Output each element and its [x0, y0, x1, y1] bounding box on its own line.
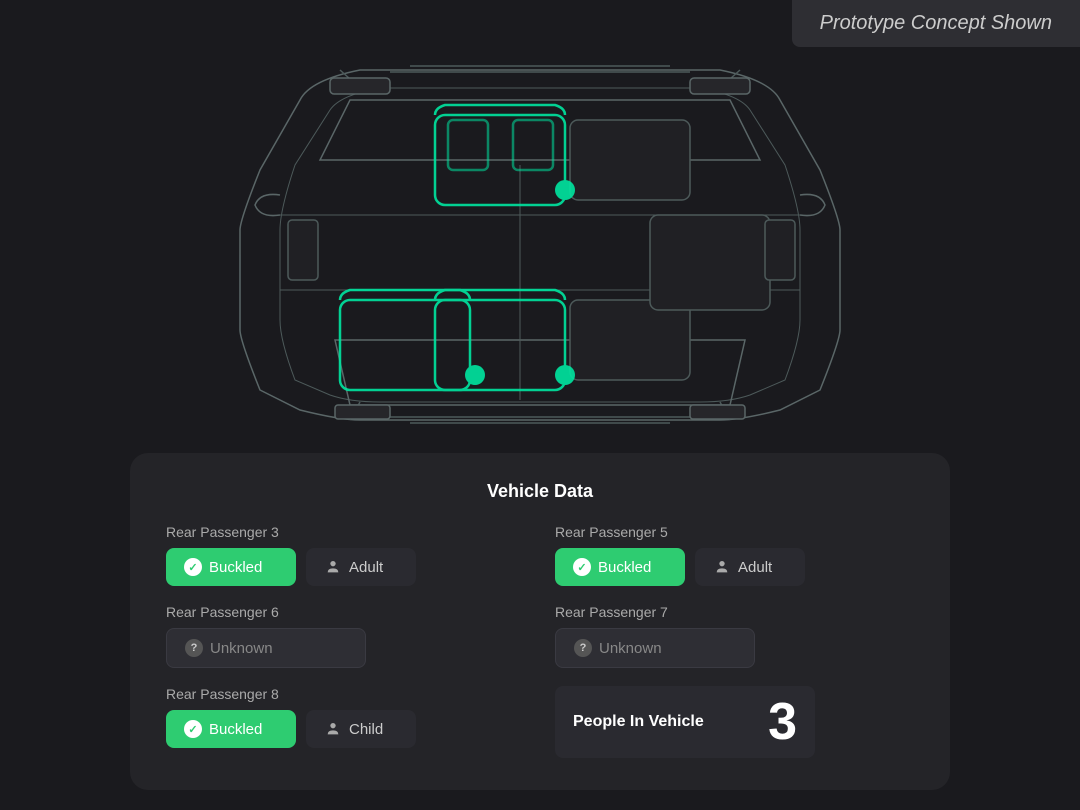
vehicle-data-panel: Vehicle Data Rear Passenger 3 Buckled Ad… — [130, 453, 950, 790]
passenger-6-label: Rear Passenger 6 — [166, 604, 525, 620]
svg-text:‹: ‹ — [563, 183, 567, 198]
passenger-7-block: Rear Passenger 7 ? Unknown — [555, 604, 914, 668]
passenger-8-block: Rear Passenger 8 Buckled Child — [166, 686, 525, 758]
passenger-7-label: Rear Passenger 7 — [555, 604, 914, 620]
passenger-3-type-badge: Adult — [306, 548, 416, 586]
people-count-label: People In Vehicle — [573, 713, 704, 731]
passenger-3-badges: Buckled Adult — [166, 548, 525, 586]
passenger-3-label: Rear Passenger 3 — [166, 524, 525, 540]
passenger-3-block: Rear Passenger 3 Buckled Adult — [166, 524, 525, 586]
passenger-7-unknown-badge: ? Unknown — [555, 628, 755, 668]
svg-text:‹: ‹ — [473, 368, 477, 383]
passenger-6-unknown-badge: ? Unknown — [166, 628, 366, 668]
passenger-6-badges: ? Unknown — [166, 628, 525, 668]
person-icon — [324, 558, 342, 576]
people-count-container: People In Vehicle 3 — [555, 686, 815, 758]
passenger-8-label: Rear Passenger 8 — [166, 686, 525, 702]
person-icon-5 — [713, 558, 731, 576]
question-icon-7: ? — [574, 639, 592, 657]
passenger-5-block: Rear Passenger 5 Buckled Adult — [555, 524, 914, 586]
check-icon-5 — [573, 558, 591, 576]
people-in-vehicle-block: People In Vehicle 3 — [555, 686, 914, 758]
svg-text:‹: ‹ — [563, 368, 567, 383]
passenger-5-buckled-badge: Buckled — [555, 548, 685, 586]
passenger-7-badges: ? Unknown — [555, 628, 914, 668]
car-diagram-area: ‹ ‹ ‹ — [0, 0, 1080, 460]
passenger-5-type-badge: Adult — [695, 548, 805, 586]
passenger-5-badges: Buckled Adult — [555, 548, 914, 586]
check-icon — [184, 558, 202, 576]
car-diagram: ‹ ‹ ‹ — [140, 20, 940, 440]
question-icon-6: ? — [185, 639, 203, 657]
check-icon-8 — [184, 720, 202, 738]
panel-title: Vehicle Data — [166, 481, 914, 502]
passenger-3-buckled-badge: Buckled — [166, 548, 296, 586]
passengers-grid: Rear Passenger 3 Buckled Adult Rear Pass… — [166, 524, 914, 758]
passenger-6-block: Rear Passenger 6 ? Unknown — [166, 604, 525, 668]
passenger-8-type-badge: Child — [306, 710, 416, 748]
person-icon-8 — [324, 720, 342, 738]
passenger-5-label: Rear Passenger 5 — [555, 524, 914, 540]
passenger-8-badges: Buckled Child — [166, 710, 525, 748]
passenger-8-buckled-badge: Buckled — [166, 710, 296, 748]
people-count-number: 3 — [768, 696, 797, 748]
